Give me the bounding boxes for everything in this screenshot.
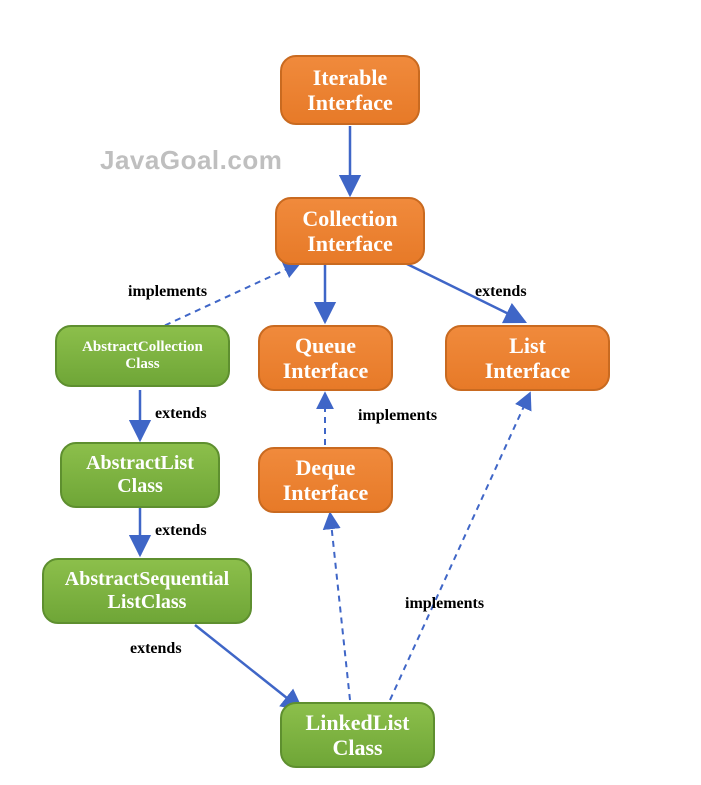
label-implements: implements <box>358 407 437 425</box>
node-line: Interface <box>287 231 413 256</box>
node-linkedlist-class: LinkedList Class <box>280 702 435 768</box>
node-abstractcollection-class: AbstractCollection Class <box>55 325 230 387</box>
node-line: LinkedList <box>292 710 423 735</box>
node-line: Class <box>72 475 208 498</box>
node-line: Interface <box>292 90 408 115</box>
node-iterable-interface: Iterable Interface <box>280 55 420 125</box>
label-extends: extends <box>475 283 527 301</box>
node-line: List <box>457 333 598 358</box>
node-line: Interface <box>457 358 598 383</box>
node-line: Interface <box>270 480 381 505</box>
node-line: AbstractSequential <box>54 568 240 591</box>
node-collection-interface: Collection Interface <box>275 197 425 265</box>
node-abstractlist-class: AbstractList Class <box>60 442 220 508</box>
diagram-stage: { "watermark": "JavaGoal.com", "nodes": … <box>0 0 701 785</box>
node-line: Interface <box>270 358 381 383</box>
node-abstractsequentiallist-class: AbstractSequential ListClass <box>42 558 252 624</box>
node-line: Collection <box>287 206 413 231</box>
node-line: AbstractList <box>72 452 208 475</box>
label-extends: extends <box>155 522 207 540</box>
node-line: Iterable <box>292 65 408 90</box>
watermark-text: JavaGoal.com <box>100 145 282 176</box>
node-line: AbstractCollection <box>67 339 218 356</box>
node-line: Class <box>292 735 423 760</box>
node-queue-interface: Queue Interface <box>258 325 393 391</box>
node-line: Queue <box>270 333 381 358</box>
node-deque-interface: Deque Interface <box>258 447 393 513</box>
label-extends: extends <box>130 640 182 658</box>
label-implements: implements <box>128 283 207 301</box>
label-implements: implements <box>405 595 484 613</box>
node-line: Class <box>67 356 218 373</box>
label-extends: extends <box>155 405 207 423</box>
node-line: ListClass <box>54 591 240 614</box>
node-list-interface: List Interface <box>445 325 610 391</box>
node-line: Deque <box>270 455 381 480</box>
